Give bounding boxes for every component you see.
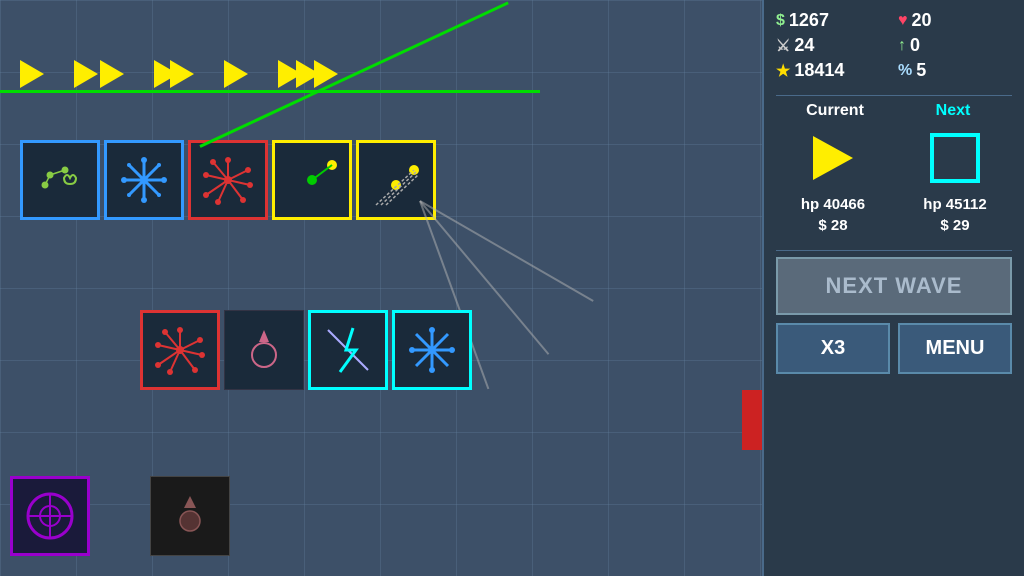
tower-row-2 xyxy=(140,310,472,390)
health-value: 20 xyxy=(912,10,932,31)
current-cost: $ 28 xyxy=(776,217,890,234)
bottom-buttons: X3 MENU xyxy=(776,323,1012,374)
path-arrow-4 xyxy=(224,60,248,88)
current-label: Current xyxy=(776,102,894,120)
percent-value: 5 xyxy=(916,60,926,81)
tower-lightning[interactable] xyxy=(308,310,388,390)
tower-empty-1[interactable] xyxy=(224,310,304,390)
enemy-bar xyxy=(742,390,762,450)
percent-icon: % xyxy=(898,62,912,80)
tower-splatter-2[interactable] xyxy=(140,310,220,390)
tower-row-1 xyxy=(20,140,436,220)
tower-connector[interactable] xyxy=(272,140,352,220)
money-value: 1267 xyxy=(789,10,829,31)
divider-2 xyxy=(776,250,1012,251)
arrow-stat: ↑ 0 xyxy=(898,35,1012,56)
health-stat: ♥ 20 xyxy=(898,10,1012,31)
next-label: Next xyxy=(894,102,1012,120)
menu-button[interactable]: MENU xyxy=(898,323,1012,374)
star-value: 18414 xyxy=(794,60,844,81)
star-icon: ★ xyxy=(776,61,790,81)
next-hp: hp 45112 xyxy=(898,196,1012,213)
targeting-line-1 xyxy=(420,200,594,302)
next-wave-icon-container xyxy=(898,128,1012,188)
arrow-value: 0 xyxy=(910,35,920,56)
arrow-icon: ↑ xyxy=(898,37,906,55)
wave-icons xyxy=(776,128,1012,188)
stats-grid: $ 1267 ♥ 20 ⚔ 24 ↑ 0 ★ 18414 % 5 xyxy=(776,10,1012,81)
sword-value: 24 xyxy=(794,35,814,56)
current-hp: hp 40466 xyxy=(776,196,890,213)
game-area xyxy=(0,0,762,576)
path-arrow-1 xyxy=(20,60,44,88)
tower-freeze-2[interactable] xyxy=(392,310,472,390)
heart-icon: ♥ xyxy=(898,12,908,30)
wave-section: Current Next hp 40466 hp 45112 $ 28 $ 29 xyxy=(776,102,1012,238)
enemy-path-line xyxy=(0,90,540,93)
tower-target[interactable] xyxy=(10,476,90,556)
right-panel: $ 1267 ♥ 20 ⚔ 24 ↑ 0 ★ 18414 % 5 Current… xyxy=(762,0,1024,576)
percent-stat: % 5 xyxy=(898,60,1012,81)
tower-freeze[interactable] xyxy=(104,140,184,220)
current-wave-triangle xyxy=(813,136,853,180)
tower-dark[interactable] xyxy=(150,476,230,556)
x3-button[interactable]: X3 xyxy=(776,323,890,374)
divider-1 xyxy=(776,95,1012,96)
game-content xyxy=(0,0,762,576)
path-arrow-3 xyxy=(154,60,194,88)
wave-stats: hp 40466 hp 45112 $ 28 $ 29 xyxy=(776,196,1012,234)
next-cost: $ 29 xyxy=(898,217,1012,234)
next-wave-square xyxy=(930,133,980,183)
current-wave-icon-container xyxy=(776,128,890,188)
next-wave-button[interactable]: NEXT WAVE xyxy=(776,257,1012,315)
sword-icon: ⚔ xyxy=(776,36,790,56)
tower-splatter[interactable] xyxy=(188,140,268,220)
star-stat: ★ 18414 xyxy=(776,60,890,81)
money-stat: $ 1267 xyxy=(776,10,890,31)
tower-water[interactable] xyxy=(20,140,100,220)
money-icon: $ xyxy=(776,12,785,30)
path-arrow-2 xyxy=(74,60,124,88)
sword-stat: ⚔ 24 xyxy=(776,35,890,56)
wave-headers: Current Next xyxy=(776,102,1012,120)
enemy-path-arrows xyxy=(20,60,338,88)
